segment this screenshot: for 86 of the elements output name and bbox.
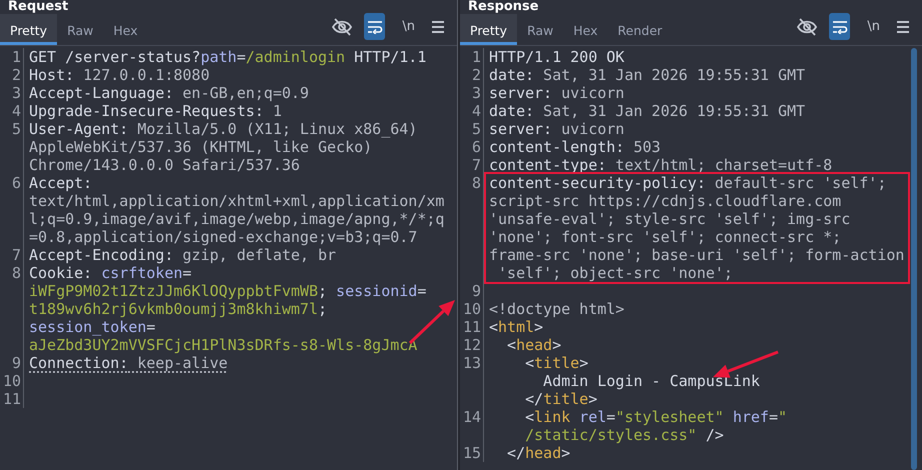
tab[interactable]: Hex (103, 14, 148, 45)
newline-button[interactable]: \n (861, 19, 886, 34)
wrap-icon (366, 20, 383, 34)
line-number: 9 (472, 282, 481, 300)
tab[interactable]: Raw (57, 14, 104, 45)
code-line: Admin Login - CampusLink (542, 372, 760, 390)
code-line: server: uvicorn (489, 120, 624, 138)
line-number: 2 (472, 66, 481, 84)
code-line: HTTP/1.1 200 OK (489, 48, 624, 66)
line-number: 8 (12, 264, 21, 282)
code-line: l;q=0.9,image/avif,image/webp,image/apng,*/*;q (29, 210, 444, 228)
line-number: 6 (472, 138, 481, 156)
code-line: frame-src 'none'; base-uri 'self'; form-action (489, 246, 904, 264)
code-line: content-type: text/html; charset=utf-8 (489, 156, 832, 174)
code-line: content-security-policy: default-src 'self'; (489, 174, 888, 192)
code-line: Cookie: csrftoken= (29, 264, 193, 282)
line-number: 10 (2, 372, 21, 390)
tab[interactable]: Raw (517, 14, 564, 45)
hide-icon[interactable] (796, 16, 818, 36)
tab[interactable]: Render (608, 14, 672, 45)
code-line: Upgrade-Insecure-Requests: 1 (29, 102, 282, 120)
newline-button[interactable]: \n (396, 19, 421, 34)
code-line: session_token= (29, 318, 156, 336)
code-line: User-Agent: Mozilla/5.0 (X11; Linux x86_64) (29, 120, 418, 138)
code-line: server: uvicorn (489, 84, 624, 102)
line-number: 7 (472, 156, 481, 174)
code-line: 'self'; object-src 'none'; (497, 264, 734, 282)
code-line: Host: 127.0.0.1:8080 (29, 66, 210, 84)
code-line: Accept: (29, 174, 94, 192)
line-number: 11 (2, 390, 21, 408)
line-number: 3 (472, 84, 481, 102)
code-line: <title> (524, 354, 590, 372)
code-line: 'unsafe-eval'; style-src 'self'; img-src (489, 210, 852, 228)
code-line: AppleWebKit/537.36 (KHTML, like Gecko) (29, 138, 374, 156)
line-number: 14 (462, 408, 481, 426)
line-number: 5 (12, 120, 21, 138)
code-line: 'none'; font-src 'self'; connect-src *; (489, 228, 842, 246)
tab[interactable]: Hex (563, 14, 608, 45)
code-line: =0.8,application/signed-exchange;v=b3;q=0.7 (29, 228, 418, 246)
wrap-icon (832, 20, 848, 34)
code-line: </head> (506, 444, 570, 462)
line-number: 6 (12, 174, 21, 192)
code-line: content-length: 503 (489, 138, 661, 156)
line-number: 10 (462, 300, 481, 318)
code-line: GET /server-status?path=/adminlogin HTTP/1.1 (29, 48, 426, 66)
menu-icon[interactable] (432, 20, 444, 32)
line-number: 15 (462, 444, 481, 462)
panel-title: Request (7, 0, 68, 14)
line-number: 4 (12, 102, 21, 120)
line-number: 1 (12, 48, 21, 66)
line-number: 2 (12, 66, 21, 84)
code-line: <html> (489, 318, 544, 336)
code-line: Accept-Encoding: gzip, deflate, br (29, 246, 336, 264)
line-number: 8 (472, 174, 481, 192)
code-line: <head> (506, 336, 562, 354)
code-line: text/html,application/xhtml+xml,application/xm (29, 192, 444, 210)
line-number: 9 (12, 354, 21, 372)
code-line: /static/styles.css" /> (524, 426, 725, 444)
line-number: 5 (472, 120, 481, 138)
line-number: 13 (462, 354, 481, 372)
line-number: 7 (12, 246, 21, 264)
code-line: date: Sat, 31 Jan 2026 19:55:31 GMT (489, 66, 806, 84)
hide-icon[interactable] (331, 16, 354, 36)
code-line: date: Sat, 31 Jan 2026 19:55:31 GMT (489, 102, 806, 120)
wrap-button[interactable] (829, 13, 850, 40)
code-line: Accept-Language: en-GB,en;q=0.9 (29, 84, 309, 102)
tab[interactable]: Pretty (460, 14, 518, 45)
tab[interactable]: Pretty (0, 14, 58, 45)
code-line: script-src https://cdnjs.cloudflare.com (489, 192, 842, 210)
panel-title: Response (467, 0, 539, 14)
code-line: <link rel="stylesheet" href=" (524, 408, 788, 426)
code-line: t189wv6h2rj6vkmb0oumjj3m8khiwm7l; (29, 300, 328, 318)
code-line: iWFgP9M02t1ZtzJJm6KlOQyppbtFvmWB; sessionid= (29, 282, 426, 300)
menu-icon[interactable] (897, 20, 909, 32)
line-number: 4 (472, 102, 481, 120)
code-line: Chrome/143.0.0.0 Safari/537.36 (29, 156, 301, 174)
line-number: 3 (12, 84, 21, 102)
line-number: 1 (472, 48, 481, 66)
code-line: </title> (524, 390, 598, 408)
line-number: 11 (462, 318, 481, 336)
code-line: Connection: keep-alive (29, 354, 228, 372)
line-number: 12 (462, 336, 481, 354)
code-line: aJeZbd3UY2mVVSFCjcH1PlN3sDRfs-s8-Wls-8gJmcA (29, 336, 418, 354)
wrap-button[interactable] (364, 13, 386, 40)
scrollbar[interactable] (911, 48, 917, 470)
code-line: <!doctype html> (489, 300, 624, 318)
